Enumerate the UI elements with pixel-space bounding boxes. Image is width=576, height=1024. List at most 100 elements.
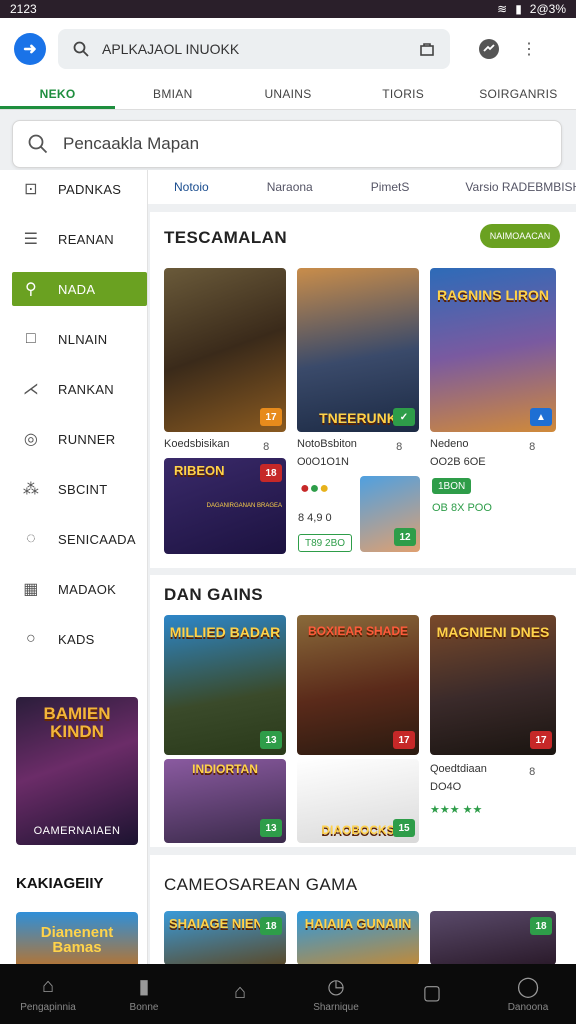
nav-profile[interactable]: ◯ Danoona — [480, 964, 576, 1024]
nav-label: Sharnique — [313, 1001, 359, 1013]
tag-chip: 1BON — [432, 478, 472, 494]
age-rating-badge: 17 — [530, 731, 552, 749]
price-chip[interactable]: T89 2BO — [298, 534, 353, 552]
app-header: ➜ APLKAJAOL INUOKK ⋮ — [0, 18, 576, 80]
card-art-title: RAGNINS LIRON — [437, 287, 549, 303]
bookmark-icon: ▮ — [138, 976, 150, 998]
sidebar-item-sbcint[interactable]: ⁂ SBCINT — [0, 464, 147, 514]
top-search-text: APLKAJAOL INUOKK — [102, 41, 240, 57]
sync-icon[interactable] — [478, 38, 500, 60]
coin-icon: ● — [309, 480, 320, 497]
nav-bookmark[interactable]: ▮ Bonne — [96, 964, 192, 1024]
sidebar-heading: KAKIAGEIIY — [16, 875, 104, 892]
game-card[interactable]: INDIORTAN 13 — [164, 759, 286, 843]
nav-tablet[interactable]: ▢ — [384, 964, 480, 1024]
nav-label: Danoona — [507, 1001, 549, 1013]
rating-badge: ▲ — [530, 408, 552, 426]
sidebar-item-madaok[interactable]: ▦ MADAOK — [0, 564, 147, 614]
game-card[interactable]: TNEERUNK ✓ — [297, 268, 419, 432]
tab-tioris[interactable]: TIORIS — [346, 80, 461, 109]
game-card[interactable]: RIBEON DAGANIRGANAN BRAGEA 18 — [164, 458, 286, 554]
gamepad-icon: ◎ — [23, 431, 39, 448]
home-icon: ⌂ — [41, 975, 55, 997]
game-card[interactable]: BOXIEAR SHADE 17 — [297, 615, 419, 755]
game-card[interactable]: MILLIED BADAR 13 — [164, 615, 286, 755]
card-price: O0O1O1N — [297, 456, 349, 468]
promo-subtitle: OAMERNAIAEN — [33, 825, 121, 837]
grid-icon: ▦ — [23, 581, 39, 598]
nav-store[interactable]: ⌂ — [192, 964, 288, 1024]
card-art-title: MILLIED BADAR — [169, 624, 281, 640]
sidebar-item-label: MADAOK — [58, 581, 117, 597]
sidebar-item-padnkas[interactable]: ⊡ PADNKAS — [0, 164, 147, 214]
rating-badge: 15 — [393, 819, 415, 837]
sidebar: ⊡ PADNKAS ☰ REANAN ⚲ NADA □ NLNAIN ⋌ RAN… — [0, 170, 148, 968]
section-title: TESCAMALAN — [164, 228, 287, 247]
controller-icon: ⊡ — [24, 181, 38, 198]
subtab-naraona[interactable]: Naraona — [209, 180, 313, 194]
game-card[interactable]: DIAOBOCKS 15 — [297, 759, 419, 843]
subtab-varsio[interactable]: Varsio RADEBMBISH — [409, 180, 576, 194]
store-icon: ⌂ — [233, 980, 247, 1003]
card-name: NotoBsbiton — [297, 438, 357, 450]
section-title: DAN GAINS — [164, 585, 263, 604]
section-gameosarean: CAMEOSAREAN GAMA SHAIAGE NIENAS 18 HAIAI… — [150, 855, 576, 965]
card-count: 8 — [263, 441, 270, 453]
main-tabs: NEKO BMIAN UNAINS TIORIS SOIRGANRIS — [0, 80, 576, 110]
card-art-title: DIAOBOCKS — [321, 823, 395, 838]
game-card[interactable]: 12 — [360, 476, 420, 552]
sidebar-item-runner[interactable]: ◎ RUNNER — [0, 414, 147, 464]
rating-badge: 13 — [260, 731, 282, 749]
status-bar: 2123 ≋ ▮ 2@3% — [0, 0, 576, 18]
signal-icon: ▮ — [515, 2, 522, 16]
bag-icon[interactable] — [416, 38, 438, 60]
coin-icon: ● — [319, 480, 330, 497]
tab-unains[interactable]: UNAINS — [230, 80, 345, 109]
game-card[interactable]: 18 — [430, 911, 556, 965]
top-actions: ⋮ — [478, 38, 540, 60]
card-name: Nedeno — [430, 438, 469, 450]
see-more-button[interactable]: NAIMOAACAN — [480, 224, 560, 248]
card-art-title: RIBEON — [174, 463, 225, 478]
tablet-icon: ▢ — [422, 981, 442, 1004]
tab-bmian[interactable]: BMIAN — [115, 80, 230, 109]
game-card[interactable]: 17 — [164, 268, 286, 432]
top-search-bar[interactable]: APLKAJAOL INUOKK — [58, 29, 450, 69]
game-card[interactable]: RAGNINS LIRON ▲ — [430, 268, 556, 432]
nav-label: Bonne — [129, 1001, 159, 1013]
section-dan-gains: DAN GAINS MILLIED BADAR 13 BOXIEAR SHADE… — [150, 575, 576, 847]
search-icon: ⚲ — [24, 281, 38, 298]
sidebar-game-thumb[interactable]: Dianenent Bamas — [16, 912, 138, 968]
square-icon: □ — [26, 330, 36, 347]
sidebar-item-kads[interactable]: ○ KADS — [0, 614, 147, 664]
sidebar-item-reanan[interactable]: ☰ REANAN — [0, 214, 147, 264]
sidebar-item-nlnain[interactable]: □ NLNAIN — [0, 314, 147, 364]
sidebar-item-senicaada[interactable]: ◌ SENICAADA — [0, 514, 147, 564]
section-featured: TESCAMALAN NAIMOAACAN 17 TNEERUNK ✓ RAGN… — [150, 212, 576, 568]
search-input[interactable]: Pencaakla Mapan — [12, 120, 562, 168]
nav-share[interactable]: ◷ Sharnique — [288, 964, 384, 1024]
nodes-icon: ⁂ — [22, 481, 40, 498]
sidebar-item-rankan[interactable]: ⋌ RANKAN — [0, 364, 147, 414]
sidebar-item-label: REANAN — [58, 231, 114, 247]
sidebar-promo-banner[interactable]: BAMIEN KINDN OAMERNAIAEN — [16, 697, 138, 845]
nav-home[interactable]: ⌂ Pengapinnia — [0, 964, 96, 1024]
rating-badge: ✓ — [393, 408, 415, 426]
sidebar-item-nada[interactable]: ⚲ NADA — [12, 272, 147, 306]
circle-icon: ◌ — [26, 530, 36, 547]
tab-soirganris[interactable]: SOIRGANRIS — [461, 80, 576, 109]
subtab-notoio[interactable]: Notoio — [148, 180, 209, 194]
more-options-icon[interactable]: ⋮ — [518, 38, 540, 60]
tab-neko[interactable]: NEKO — [0, 80, 116, 109]
subtab-pimets[interactable]: PimetS — [313, 180, 410, 194]
search-icon — [27, 133, 49, 155]
search-placeholder: Pencaakla Mapan — [63, 134, 200, 153]
game-card[interactable]: SHAIAGE NIENAS 18 — [164, 911, 286, 965]
app-logo-icon[interactable]: ➜ — [14, 33, 46, 65]
sidebar-item-label: RANKAN — [58, 381, 114, 397]
game-card[interactable]: HAIAIIA GUNAIIN — [297, 911, 419, 965]
list-icon: ☰ — [23, 231, 39, 248]
card-price: 8 4,9 0 — [298, 512, 332, 524]
game-card[interactable]: MAGNIENI DNES 17 — [430, 615, 556, 755]
ring-icon: ○ — [26, 630, 36, 647]
